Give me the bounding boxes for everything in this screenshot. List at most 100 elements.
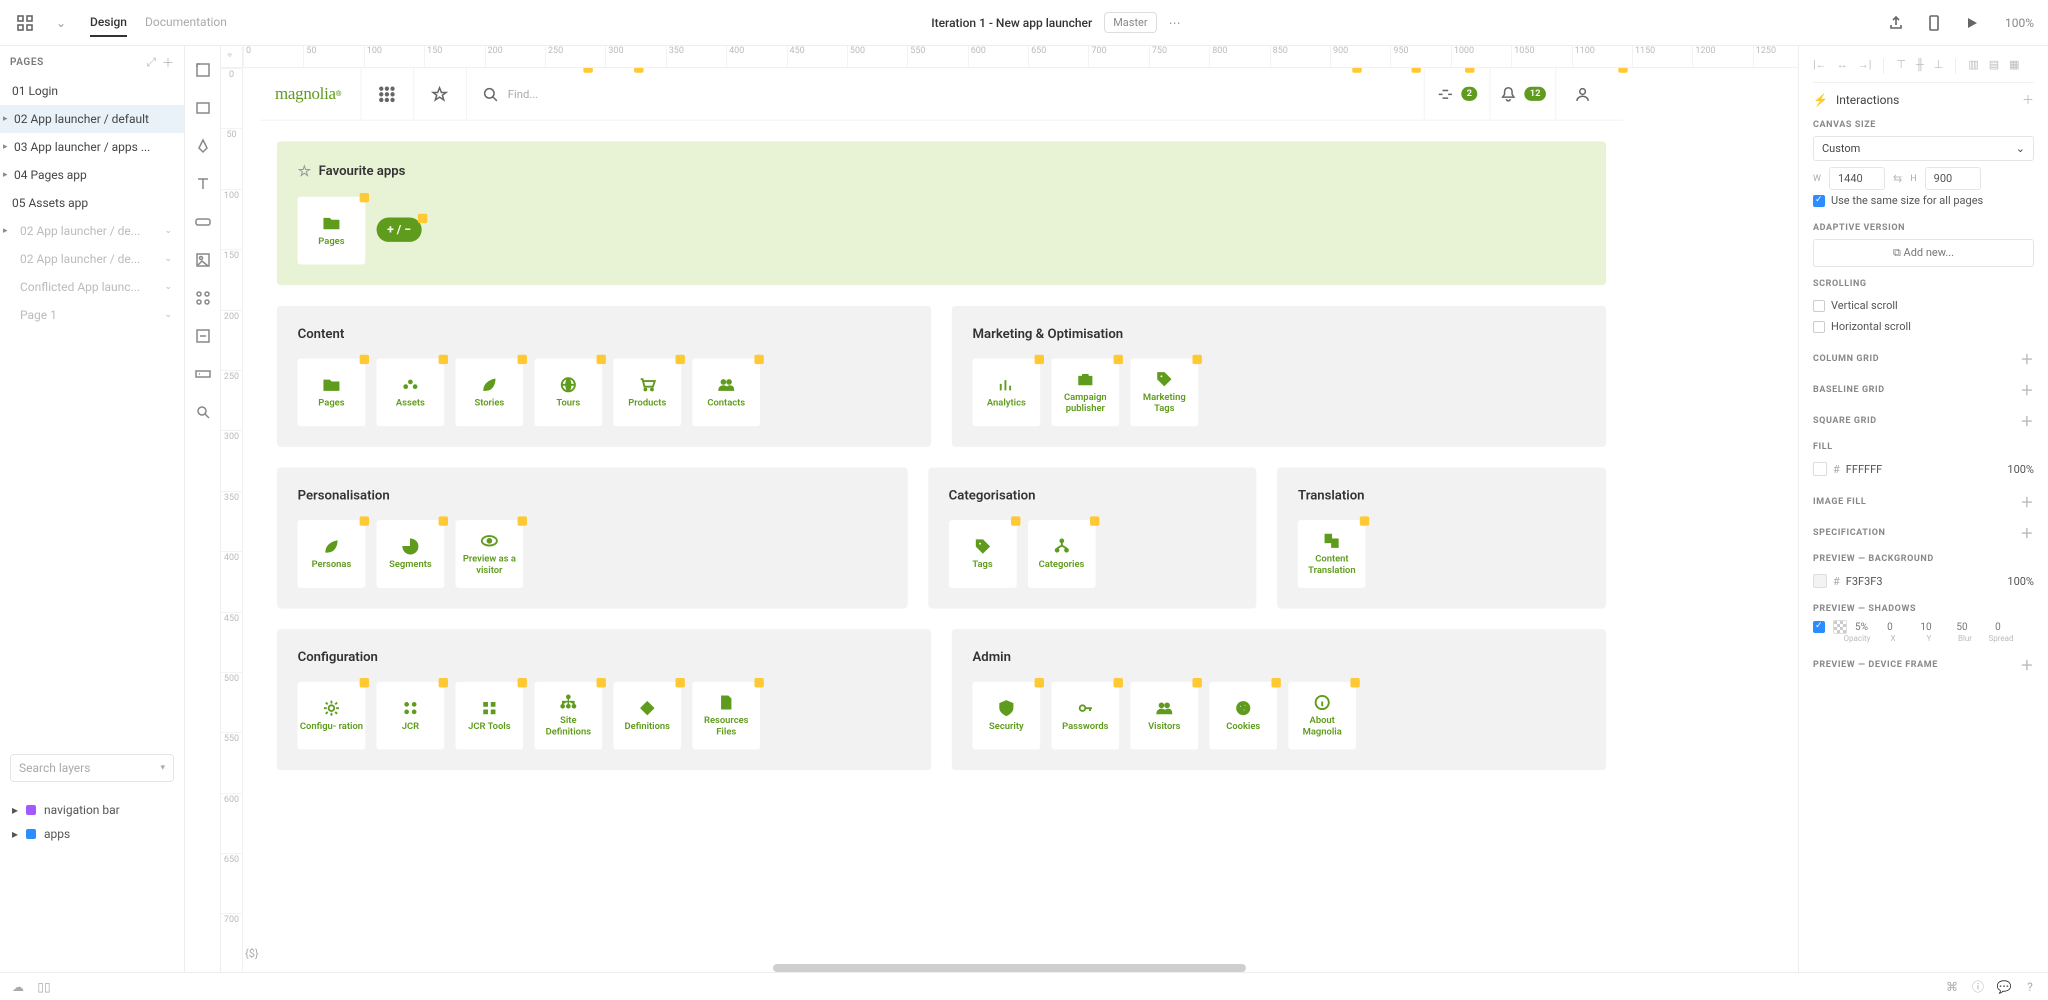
- app-tile[interactable]: JCR Tools: [456, 682, 524, 750]
- horizontal-scrollbar[interactable]: [773, 964, 1246, 972]
- align-top-icon[interactable]: ⊤: [1896, 58, 1906, 74]
- bg-hex-input[interactable]: F3F3F3: [1846, 575, 1883, 588]
- align-center-icon[interactable]: ↔: [1837, 58, 1848, 74]
- search-tool-icon[interactable]: [191, 400, 215, 424]
- app-tile[interactable]: Assets: [377, 358, 445, 426]
- add-spec-icon[interactable]: ＋: [2020, 523, 2034, 542]
- variables-icon[interactable]: {$}: [243, 945, 261, 962]
- page-item[interactable]: 01 Login: [0, 77, 184, 105]
- form-tool-icon[interactable]: [191, 324, 215, 348]
- camera-icon[interactable]: ⌘: [1944, 979, 1960, 995]
- input-tool-icon[interactable]: [191, 362, 215, 386]
- add-imgfill-icon[interactable]: ＋: [2020, 492, 2034, 511]
- app-tile[interactable]: Segments: [377, 520, 445, 588]
- chevron-down-icon[interactable]: ⌄: [50, 12, 72, 34]
- layer-item[interactable]: ▸apps: [10, 822, 174, 846]
- shadow-opacity[interactable]: 5%: [1855, 622, 1868, 633]
- bg-opacity-input[interactable]: 100%: [2007, 575, 2034, 588]
- app-tile[interactable]: Configu- ration: [298, 682, 366, 750]
- chk-shadow[interactable]: [1813, 621, 1825, 633]
- help-icon[interactable]: ?: [2022, 979, 2038, 995]
- add-colgrid-icon[interactable]: ＋: [2020, 349, 2034, 368]
- chk-vscroll[interactable]: [1813, 300, 1825, 312]
- app-tile[interactable]: Site Definitions: [534, 682, 602, 750]
- add-sqgrid-icon[interactable]: ＋: [2020, 411, 2034, 430]
- shadow-spread[interactable]: 0: [1984, 622, 2012, 633]
- tidy-icon[interactable]: ▦: [2009, 58, 2019, 74]
- app-tile[interactable]: Marketing Tags: [1130, 358, 1198, 426]
- global-search-input[interactable]: Find...: [465, 68, 1423, 120]
- app-tile[interactable]: Stories: [456, 358, 524, 426]
- tab-design[interactable]: Design: [90, 9, 127, 37]
- page-item[interactable]: 02 App launcher / de...⌄: [0, 245, 184, 273]
- info-icon[interactable]: ⓘ: [1970, 979, 1986, 995]
- app-tile[interactable]: Analytics: [973, 358, 1041, 426]
- favourites-icon[interactable]: [413, 68, 466, 120]
- fill-hex-input[interactable]: FFFFFF: [1846, 463, 1882, 476]
- link-dimensions-icon[interactable]: ⇆: [1893, 172, 1902, 185]
- add-basegrid-icon[interactable]: ＋: [2020, 380, 2034, 399]
- app-tile[interactable]: About Magnolia: [1288, 682, 1356, 750]
- app-tile[interactable]: Content Translation: [1298, 520, 1366, 588]
- chk-hscroll[interactable]: [1813, 321, 1825, 333]
- add-page-icon[interactable]: ＋: [162, 54, 174, 71]
- fill-swatch[interactable]: [1813, 462, 1827, 476]
- panels-icon[interactable]: ▯▯: [36, 979, 52, 995]
- cloud-sync-icon[interactable]: ☁: [10, 979, 26, 995]
- layer-item[interactable]: ▸navigation bar: [10, 798, 174, 822]
- shadow-x[interactable]: 0: [1876, 622, 1904, 633]
- add-remove-favourites-button[interactable]: + / −: [377, 217, 422, 241]
- notifications-icon[interactable]: 12: [1490, 68, 1556, 120]
- user-avatar-icon[interactable]: [1555, 68, 1608, 120]
- app-tile[interactable]: Products: [613, 358, 681, 426]
- activity-icon[interactable]: 2: [1424, 68, 1490, 120]
- canvas-size-select[interactable]: Custom⌄: [1813, 136, 2034, 161]
- page-item[interactable]: 03 App launcher / apps ...: [0, 133, 184, 161]
- menu-grid-icon[interactable]: [14, 12, 36, 34]
- distribute-h-icon[interactable]: ▥: [1968, 58, 1978, 74]
- app-tile[interactable]: Categories: [1028, 520, 1096, 588]
- app-tile[interactable]: Tours: [534, 358, 602, 426]
- play-icon[interactable]: [1961, 12, 1983, 34]
- page-item[interactable]: 02 App launcher / default: [0, 105, 184, 133]
- button-tool-icon[interactable]: [191, 210, 215, 234]
- shadow-y[interactable]: 10: [1912, 622, 1940, 633]
- share-icon[interactable]: [1885, 12, 1907, 34]
- align-left-icon[interactable]: |←: [1813, 58, 1827, 74]
- app-tile[interactable]: Pages: [298, 197, 366, 265]
- align-bottom-icon[interactable]: ⊥: [1934, 58, 1944, 74]
- frame-tool-icon[interactable]: [191, 58, 215, 82]
- app-tile[interactable]: Tags: [949, 520, 1017, 588]
- app-tile[interactable]: Security: [973, 682, 1041, 750]
- app-tile[interactable]: Preview as a visitor: [456, 520, 524, 588]
- app-tile[interactable]: Campaign publisher: [1051, 358, 1119, 426]
- app-tile[interactable]: JCR: [377, 682, 445, 750]
- page-item[interactable]: 05 Assets app: [0, 189, 184, 217]
- app-tile[interactable]: Pages: [298, 358, 366, 426]
- text-tool-icon[interactable]: [191, 172, 215, 196]
- components-tool-icon[interactable]: [191, 286, 215, 310]
- chat-icon[interactable]: 💬: [1996, 979, 2012, 995]
- bg-swatch[interactable]: [1813, 574, 1827, 588]
- shadow-swatch[interactable]: [1833, 620, 1847, 634]
- app-tile[interactable]: Personas: [298, 520, 366, 588]
- expand-icon[interactable]: ⤢: [146, 55, 156, 70]
- layer-search-input[interactable]: Search layers ▾: [10, 754, 174, 782]
- page-item[interactable]: Page 1⌄: [0, 301, 184, 329]
- more-icon[interactable]: ⋯: [1169, 16, 1181, 30]
- distribute-v-icon[interactable]: ▤: [1989, 58, 1999, 74]
- fill-opacity-input[interactable]: 100%: [2007, 463, 2034, 476]
- rectangle-tool-icon[interactable]: [191, 96, 215, 120]
- add-interaction-icon[interactable]: ＋: [2022, 91, 2034, 108]
- canvas-height-input[interactable]: 900: [1925, 167, 1981, 190]
- align-middle-icon[interactable]: ╫: [1916, 58, 1924, 74]
- app-tile[interactable]: Contacts: [692, 358, 760, 426]
- chk-same-size[interactable]: [1813, 195, 1825, 207]
- pen-tool-icon[interactable]: [191, 134, 215, 158]
- branch-badge[interactable]: Master: [1104, 12, 1156, 33]
- image-tool-icon[interactable]: [191, 248, 215, 272]
- app-tile[interactable]: Resources Files: [692, 682, 760, 750]
- zoom-level[interactable]: 100%: [2005, 16, 2034, 30]
- apps-grid-icon[interactable]: [360, 68, 413, 120]
- add-adaptive-button[interactable]: ⧉ Add new...: [1813, 239, 2034, 267]
